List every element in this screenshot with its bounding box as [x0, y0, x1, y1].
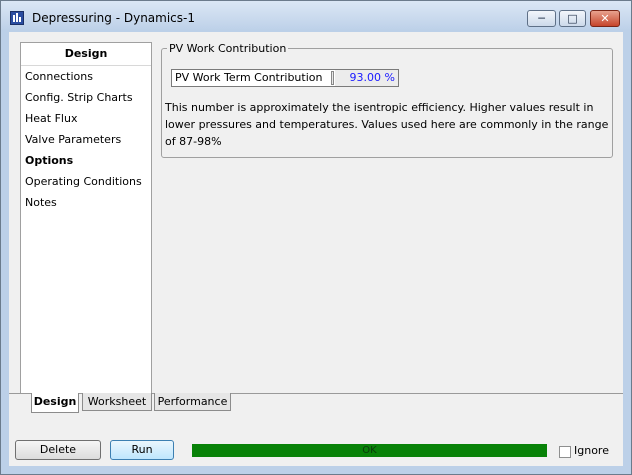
pv-work-term-field: PV Work Term Contribution 93.00 % [171, 69, 399, 87]
app-icon [10, 11, 24, 25]
nav-item-operating-conditions[interactable]: Operating Conditions [21, 171, 151, 192]
tab-performance[interactable]: Performance [154, 393, 231, 411]
nav-item-valve-parameters[interactable]: Valve Parameters [21, 129, 151, 150]
tab-worksheet[interactable]: Worksheet [82, 393, 152, 411]
tab-design[interactable]: Design [31, 393, 79, 413]
nav-item-options[interactable]: Options [21, 150, 151, 171]
nav-item-notes[interactable]: Notes [21, 192, 151, 213]
client-area: Design Connections Config. Strip Charts He… [9, 32, 623, 466]
run-button[interactable]: Run [110, 440, 174, 460]
delete-button[interactable]: Delete [15, 440, 101, 460]
design-nav-panel: Design Connections Config. Strip Charts He… [20, 42, 152, 394]
nav-item-config-strip-charts[interactable]: Config. Strip Charts [21, 87, 151, 108]
pv-work-term-value-input[interactable]: 93.00 % [335, 70, 398, 86]
column-splitter[interactable] [331, 71, 334, 85]
groupbox-title: PV Work Contribution [167, 42, 289, 55]
maximize-button[interactable]: □ [559, 10, 586, 27]
tab-strip: Design Worksheet Performance [9, 393, 623, 423]
minimize-button[interactable]: ─ [527, 10, 556, 27]
nav-header: Design [21, 43, 151, 66]
app-window: Depressuring - Dynamics-1 ─ □ ✕ Design C… [0, 0, 632, 475]
window-title: Depressuring - Dynamics-1 [32, 11, 195, 25]
description-text: This number is approximately the isentro… [165, 101, 609, 148]
ignore-label[interactable]: Ignore [574, 444, 609, 457]
title-bar[interactable]: Depressuring - Dynamics-1 ─ □ ✕ [1, 1, 631, 31]
pv-work-term-label: PV Work Term Contribution [175, 71, 323, 84]
nav-item-heat-flux[interactable]: Heat Flux [21, 108, 151, 129]
nav-item-connections[interactable]: Connections [21, 66, 151, 87]
nav-list: Connections Config. Strip Charts Heat Flux… [21, 66, 151, 213]
status-bar: OK [192, 444, 547, 457]
ignore-checkbox[interactable] [559, 446, 571, 458]
close-button[interactable]: ✕ [590, 10, 620, 27]
